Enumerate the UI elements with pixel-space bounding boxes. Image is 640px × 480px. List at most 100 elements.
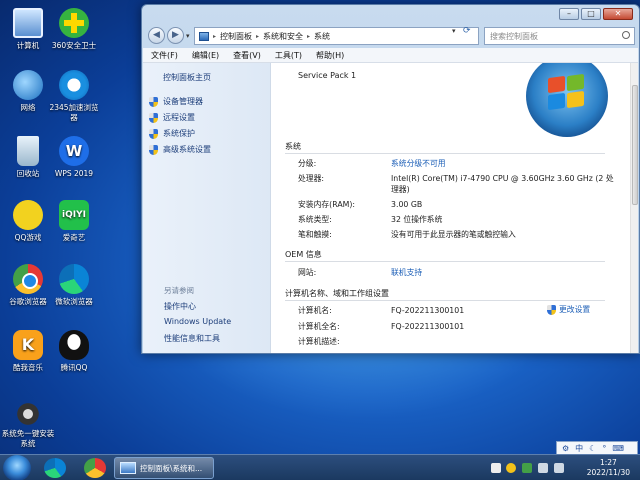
action-center-link[interactable]: 操作中心 [164, 301, 196, 312]
wps-icon: W [59, 136, 89, 166]
computer-name-label: 计算机名: [298, 306, 332, 315]
network-icon [13, 70, 43, 100]
window-controls: – □ ✕ [559, 8, 633, 20]
desktop-icon-installer[interactable]: 系统免一键安装系统 [0, 396, 56, 449]
desktop-icon-label: 2345加速浏览器 [49, 103, 99, 122]
volume-tray-icon[interactable] [554, 463, 564, 473]
recycle-bin-icon [17, 136, 39, 166]
device-manager-label: 设备管理器 [163, 97, 203, 106]
windows-logo-icon [526, 63, 608, 137]
desktop-icon-2345[interactable]: 2345加速浏览器 [46, 70, 102, 123]
advanced-settings-label: 高级系统设置 [163, 145, 211, 154]
language-indicator[interactable]: 中 [575, 443, 583, 454]
maximize-button[interactable]: □ [581, 8, 601, 20]
breadcrumb-system[interactable]: 系统 [314, 31, 330, 42]
ie-browser-icon [59, 70, 89, 100]
security-tray-icon[interactable] [506, 463, 516, 473]
scrollbar-thumb[interactable] [632, 85, 638, 205]
advanced-settings-link[interactable]: 高级系统设置 [149, 144, 211, 155]
rating-label: 分级: [298, 159, 317, 168]
control-panel-icon [199, 31, 209, 41]
pen-touch-label: 笔和触摸: [298, 230, 332, 239]
taskbar-task-system[interactable]: 控制面板\系统和... [114, 457, 214, 479]
breadcrumb-system-security[interactable]: 系统和安全 [263, 31, 303, 42]
menu-file[interactable]: 文件(F) [151, 50, 178, 61]
iqiyi-icon: iQIYI [59, 200, 89, 230]
online-support-link[interactable]: 联机支持 [391, 267, 621, 278]
description-label: 计算机描述: [298, 337, 340, 346]
ram-label: 安装内存(RAM): [298, 200, 356, 209]
keyboard-icon[interactable]: ⌨ [612, 444, 624, 453]
pen-touch-value: 没有可用于此显示器的笔或触控输入 [391, 230, 516, 239]
ram-value: 3.00 GB [391, 200, 423, 209]
search-input[interactable]: 搜索控制面板 [484, 27, 635, 45]
system-protection-link[interactable]: 系统保护 [149, 128, 195, 139]
address-dropdown-icon[interactable]: ▾ [452, 27, 456, 35]
breadcrumb-separator-icon: ▸ [256, 32, 260, 40]
windows-update-link[interactable]: Windows Update [164, 317, 231, 326]
clock-date: 2022/11/30 [586, 468, 630, 477]
minimize-button[interactable]: – [559, 8, 579, 20]
service-pack-text: Service Pack 1 [298, 71, 357, 80]
left-pane: 控制面板主页 设备管理器 远程设置 系统保护 高级系统设置 另请参阅 操作中心 … [143, 63, 271, 353]
full-name-label: 计算机全名: [298, 322, 340, 331]
oem-section-title: OEM 信息 [285, 250, 604, 262]
window-content: 控制面板主页 设备管理器 远程设置 系统保护 高级系统设置 另请参阅 操作中心 … [143, 63, 638, 353]
kuwo-icon: K [13, 330, 43, 360]
computer-icon [13, 8, 43, 38]
menu-view[interactable]: 查看(V) [233, 50, 261, 61]
desktop-icon-label: WPS 2019 [54, 169, 94, 178]
system-info-panel: Service Pack 1 系统 分级: 系统分级不可用 处理器: Intel… [271, 63, 630, 353]
recent-pages-dropdown[interactable]: ▾ [186, 32, 190, 40]
breadcrumb-separator-icon: ▸ [213, 32, 217, 40]
close-button[interactable]: ✕ [603, 8, 633, 20]
forward-button[interactable]: ▶ [167, 27, 184, 44]
clock-time: 1:27 [599, 458, 617, 467]
search-placeholder: 搜索控制面板 [490, 32, 538, 41]
menu-tools[interactable]: 工具(T) [275, 50, 302, 61]
rabbit-icon [13, 396, 43, 426]
website-label: 网站: [298, 268, 317, 277]
performance-tools-link[interactable]: 性能信息和工具 [164, 333, 220, 344]
start-button[interactable] [3, 455, 31, 480]
desktop-icon-edge[interactable]: 微软浏览器 [46, 264, 102, 307]
qq-icon [59, 330, 89, 360]
address-bar[interactable]: ▸ 控制面板 ▸ 系统和安全 ▸ 系统 [194, 27, 479, 45]
breadcrumb-control-panel[interactable]: 控制面板 [220, 31, 252, 42]
moon-icon[interactable]: ☾ [589, 444, 596, 453]
clock[interactable]: 1:27 2022/11/30 [587, 458, 630, 478]
punctuation-icon[interactable]: ° [602, 444, 606, 453]
processor-label: 处理器: [298, 174, 325, 183]
language-settings-icon[interactable]: ⚙ [562, 444, 569, 453]
full-name-value: FQ-202211300101 [391, 322, 465, 331]
menu-edit[interactable]: 编辑(E) [192, 50, 219, 61]
back-button[interactable]: ◀ [148, 27, 165, 44]
desktop-icon-360[interactable]: 360安全卫士 [46, 8, 102, 51]
rating-value-link[interactable]: 系统分级不可用 [391, 158, 621, 169]
taskbar: 控制面板\系统和... 1:27 2022/11/30 [0, 454, 640, 480]
taskbar-edge-icon[interactable] [44, 458, 66, 478]
network-tray-icon[interactable] [538, 463, 548, 473]
breadcrumb-separator-icon: ▸ [307, 32, 311, 40]
shield-icon [149, 112, 158, 123]
keyboard-tray-icon[interactable] [491, 463, 501, 473]
desktop-icon-label: 360安全卫士 [51, 41, 97, 50]
shield-icon [149, 128, 158, 139]
vertical-scrollbar[interactable] [630, 63, 638, 353]
desktop-icon-iqiyi[interactable]: iQIYI 爱奇艺 [46, 200, 102, 243]
device-manager-link[interactable]: 设备管理器 [149, 96, 203, 107]
refresh-icon[interactable]: ⟳ [463, 26, 471, 36]
desktop-icon-label: 腾讯QQ [60, 363, 88, 372]
computer-section-title: 计算机名称、域和工作组设置 [285, 289, 605, 301]
processor-value: Intel(R) Core(TM) i7-4790 CPU @ 3.60GHz … [391, 174, 614, 194]
system-section-title: 系统 [285, 142, 605, 154]
desktop-icon-qq[interactable]: 腾讯QQ [46, 330, 102, 373]
menu-help[interactable]: 帮助(H) [316, 50, 344, 61]
navigation-bar: ◀ ▶ ▾ ▸ 控制面板 ▸ 系统和安全 ▸ 系统 ▾ ⟳ 搜索控制面板 [148, 25, 635, 47]
shield-tray-icon[interactable] [522, 463, 532, 473]
remote-settings-link[interactable]: 远程设置 [149, 112, 195, 123]
chrome-icon [13, 264, 43, 294]
taskbar-chrome-icon[interactable] [84, 458, 106, 478]
control-panel-home-link[interactable]: 控制面板主页 [163, 72, 211, 83]
desktop-icon-wps[interactable]: W WPS 2019 [46, 136, 102, 179]
